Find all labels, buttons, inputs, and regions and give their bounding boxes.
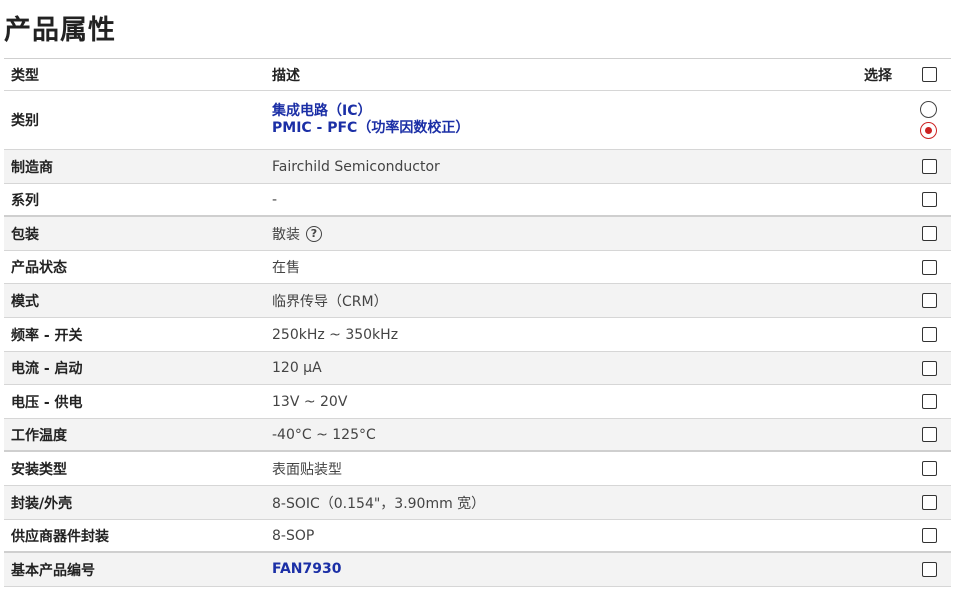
category-link-pmic-pfc[interactable]: PMIC - PFC（功率因数校正） xyxy=(272,120,469,137)
row-value: 120 µA xyxy=(272,360,322,376)
select-all-cell xyxy=(922,59,937,90)
table-row: 模式 临界传导（CRM） xyxy=(4,284,951,318)
row-value-cell: 250kHz ~ 350kHz xyxy=(272,318,398,351)
table-row: 电流 - 启动 120 µA xyxy=(4,352,951,385)
row-value-cell: 8-SOIC（0.154"，3.90mm 宽） xyxy=(272,486,485,519)
row-label: 工作温度 xyxy=(11,427,67,444)
table-row: 电压 - 供电 13V ~ 20V xyxy=(4,385,951,419)
row-value: 表面贴装型 xyxy=(272,461,342,478)
header-select: 选择 xyxy=(864,67,892,84)
row-value-cell: 在售 xyxy=(272,251,300,283)
row-value-cell: Fairchild Semiconductor xyxy=(272,150,440,183)
table-row: 基本产品编号 FAN7930 xyxy=(4,553,951,587)
category-radio-group xyxy=(920,91,937,149)
table-row-category: 类别 集成电路（IC） PMIC - PFC（功率因数校正） xyxy=(4,91,951,150)
header-desc: 描述 xyxy=(272,67,300,84)
row-value: Fairchild Semiconductor xyxy=(272,158,440,175)
row-select-checkbox[interactable] xyxy=(922,461,937,476)
row-label: 电流 - 启动 xyxy=(11,361,83,377)
row-value: -40°C ~ 125°C xyxy=(272,426,376,443)
row-select-checkbox[interactable] xyxy=(922,562,937,577)
table-row: 供应商器件封装 8-SOP xyxy=(4,520,951,553)
category-radio-pmic-pfc[interactable] xyxy=(920,122,937,139)
category-radio-ic[interactable] xyxy=(920,101,937,118)
row-select-cell xyxy=(922,318,937,351)
table-row: 工作温度 -40°C ~ 125°C xyxy=(4,419,951,452)
row-select-cell xyxy=(922,520,937,551)
row-select-checkbox[interactable] xyxy=(922,159,937,174)
row-value-cell: 120 µA xyxy=(272,352,322,384)
row-value: 散装 xyxy=(272,226,300,243)
row-value: 13V ~ 20V xyxy=(272,393,348,410)
table-row: 制造商 Fairchild Semiconductor xyxy=(4,150,951,184)
row-select-checkbox[interactable] xyxy=(922,293,937,308)
row-value-cell: 表面贴装型 xyxy=(272,452,342,485)
row-value: 8-SOIC（0.154"，3.90mm 宽） xyxy=(272,495,486,512)
row-select-checkbox[interactable] xyxy=(922,528,937,543)
header-type: 类型 xyxy=(11,67,39,84)
category-link-ic[interactable]: 集成电路（IC） xyxy=(272,103,469,120)
row-select-cell xyxy=(922,352,937,384)
row-select-checkbox[interactable] xyxy=(922,226,937,241)
product-attributes-page: 产品属性 类型 描述 选择 类别 集成电路（IC） PMIC - PFC（功率因… xyxy=(0,0,969,607)
row-select-cell xyxy=(922,150,937,183)
row-label: 模式 xyxy=(11,293,39,310)
row-label: 产品状态 xyxy=(11,260,67,276)
row-select-cell xyxy=(922,284,937,317)
row-value-cell: FAN7930 xyxy=(272,553,341,586)
row-select-cell xyxy=(922,553,937,586)
table-row: 封装/外壳 8-SOIC（0.154"，3.90mm 宽） xyxy=(4,486,951,520)
row-select-checkbox[interactable] xyxy=(922,394,937,409)
row-label: 安装类型 xyxy=(11,461,67,478)
row-label: 基本产品编号 xyxy=(11,562,95,579)
table-row: 系列 - xyxy=(4,184,951,217)
row-select-checkbox[interactable] xyxy=(922,259,937,275)
row-select-checkbox[interactable] xyxy=(922,327,937,342)
row-value-cell: 8-SOP xyxy=(272,520,314,551)
row-select-cell xyxy=(922,486,937,519)
row-select-cell xyxy=(922,217,937,250)
row-select-cell xyxy=(922,184,937,215)
row-select-cell xyxy=(922,251,937,283)
row-label: 电压 - 供电 xyxy=(11,394,83,411)
select-all-checkbox[interactable] xyxy=(922,67,937,82)
row-value-cell: 散装? xyxy=(272,217,322,250)
row-value: 集成电路（IC） PMIC - PFC（功率因数校正） xyxy=(272,91,469,149)
row-value-cell: - xyxy=(272,184,277,215)
row-value: 在售 xyxy=(272,260,300,276)
attribute-rows: 制造商 Fairchild Semiconductor 系列 - 包装 散装? 产品状态 在售… xyxy=(4,150,951,587)
row-label: 类别 xyxy=(11,113,39,129)
row-select-checkbox[interactable] xyxy=(922,192,937,207)
table-row: 产品状态 在售 xyxy=(4,251,951,284)
attributes-table: 类型 描述 选择 类别 集成电路（IC） PMIC - PFC（功率因数校正） … xyxy=(4,58,951,587)
row-value-cell: 13V ~ 20V xyxy=(272,385,347,418)
row-select-cell xyxy=(922,452,937,485)
row-label: 制造商 xyxy=(11,159,53,176)
row-select-cell xyxy=(922,419,937,450)
base-product-link[interactable]: FAN7930 xyxy=(272,561,341,578)
row-value: 临界传导（CRM） xyxy=(272,293,388,310)
row-value: 8-SOP xyxy=(272,527,315,544)
row-label: 供应商器件封装 xyxy=(11,528,109,545)
row-label: 系列 xyxy=(11,192,39,209)
row-value: - xyxy=(272,191,278,208)
row-select-cell xyxy=(922,385,937,418)
table-row: 包装 散装? xyxy=(4,217,951,251)
row-label: 频率 - 开关 xyxy=(11,327,83,344)
table-header-row: 类型 描述 选择 xyxy=(4,59,951,91)
table-row: 频率 - 开关 250kHz ~ 350kHz xyxy=(4,318,951,352)
row-label: 封装/外壳 xyxy=(11,495,73,512)
page-title: 产品属性 xyxy=(4,15,116,46)
row-label: 包装 xyxy=(11,226,39,243)
table-row: 安装类型 表面贴装型 xyxy=(4,452,951,486)
row-value: 250kHz ~ 350kHz xyxy=(272,326,399,343)
row-select-checkbox[interactable] xyxy=(922,427,937,442)
row-value-cell: 临界传导（CRM） xyxy=(272,284,388,317)
help-icon[interactable]: ? xyxy=(306,225,322,242)
row-value-cell: -40°C ~ 125°C xyxy=(272,419,376,450)
row-select-checkbox[interactable] xyxy=(922,495,937,510)
row-select-checkbox[interactable] xyxy=(922,360,937,376)
